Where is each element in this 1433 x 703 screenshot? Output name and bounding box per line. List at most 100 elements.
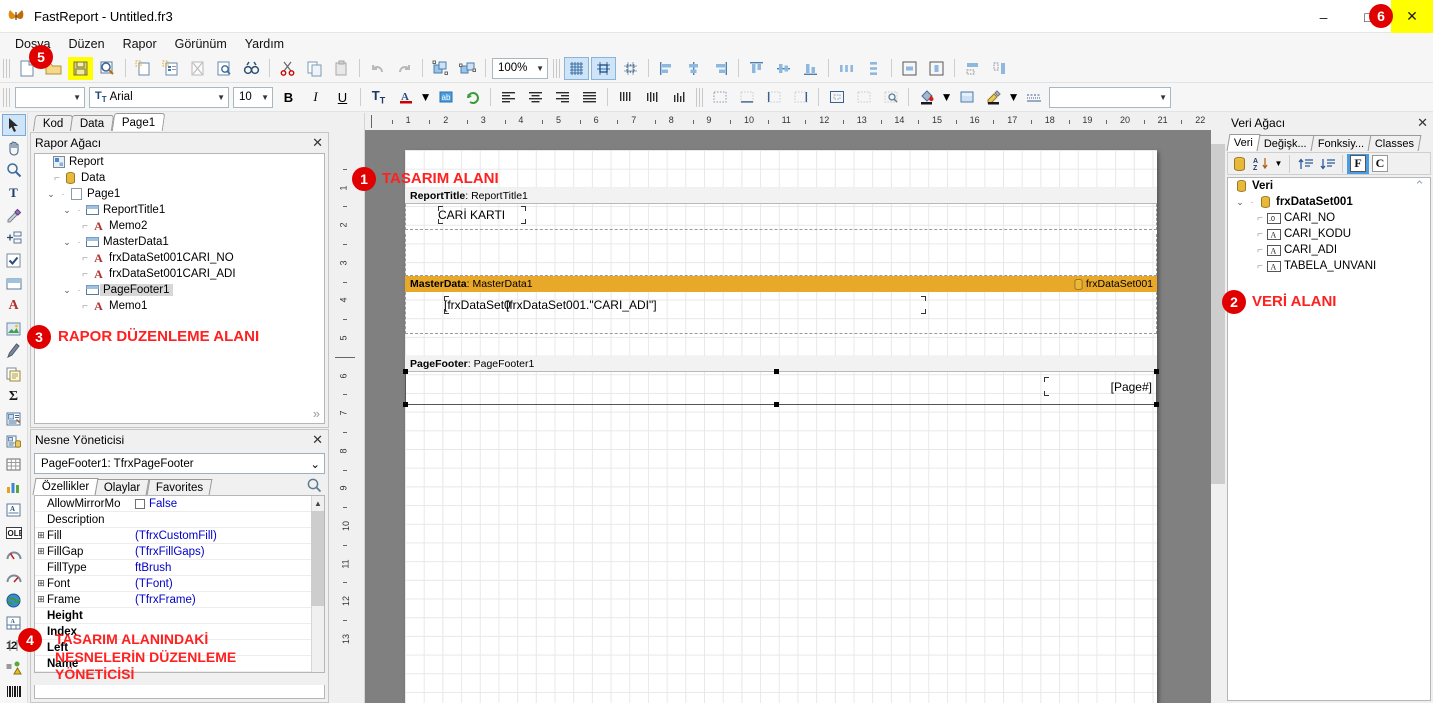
show-grid-button[interactable]: [564, 56, 589, 80]
data-node-cari-adi[interactable]: ⌐ A CARI_ADI: [1228, 242, 1430, 258]
frame-color-button[interactable]: [981, 86, 1006, 109]
find-button[interactable]: [239, 57, 264, 80]
tab-olaylar[interactable]: Olaylar: [94, 479, 151, 495]
datasets-button[interactable]: [1228, 154, 1250, 174]
frame-color-dropdown[interactable]: ▼: [1008, 86, 1020, 109]
text-align-right-button[interactable]: [550, 86, 575, 109]
master-data-band[interactable]: MasterData: MasterData1 frxDataSet001 [f…: [405, 276, 1157, 334]
align-right-button[interactable]: [708, 57, 733, 80]
data-node-cari-kodu[interactable]: ⌐ A CARI_KODU: [1228, 226, 1430, 242]
valign-middle-button[interactable]: [640, 86, 665, 109]
align-left-button[interactable]: [654, 57, 679, 80]
insert-band-button[interactable]: [2, 227, 26, 249]
picture-object-button[interactable]: [2, 318, 26, 340]
font-dialog-button[interactable]: TT: [366, 86, 391, 109]
tab-favorites[interactable]: Favorites: [146, 479, 213, 495]
tree-expander[interactable]: ⌄: [1234, 197, 1246, 208]
align-top-button[interactable]: [744, 57, 769, 80]
property-value[interactable]: False: [135, 498, 324, 510]
page-footer-band-body-selected[interactable]: [Page#]: [403, 369, 1159, 407]
fit-to-grid-button[interactable]: [618, 57, 643, 80]
collapse-all-button[interactable]: [1316, 154, 1338, 174]
gauge-object-button[interactable]: [2, 544, 26, 566]
ungroup-objects-button[interactable]: [455, 57, 480, 80]
font-name-combo[interactable]: TT Arial ▼: [89, 86, 229, 108]
same-width-button[interactable]: [960, 57, 985, 80]
property-value[interactable]: (TfrxFrame): [135, 594, 324, 606]
fields-toggle-button[interactable]: F: [1347, 153, 1369, 174]
gauge2-object-button[interactable]: [2, 567, 26, 589]
copy-button[interactable]: [302, 57, 327, 80]
expand-icon[interactable]: ⊞: [35, 578, 47, 589]
align-bottom-button[interactable]: [798, 57, 823, 80]
snap-to-grid-button[interactable]: [591, 56, 616, 80]
sort-dropdown-button[interactable]: ▼: [1272, 154, 1285, 174]
selected-object-combo[interactable]: PageFooter1: TfrxPageFooter ⌄: [34, 453, 325, 474]
empty-band-area[interactable]: [405, 234, 1157, 276]
page-settings-button[interactable]: [212, 57, 237, 80]
expand-chevrons-icon[interactable]: »: [313, 406, 320, 421]
minimize-button[interactable]: –: [1301, 0, 1346, 33]
tree-expander[interactable]: ⌄: [61, 205, 73, 216]
expand-all-button[interactable]: [1294, 154, 1316, 174]
barcode-object-button[interactable]: [2, 680, 26, 702]
tree-node-cari-no[interactable]: ⌐ A frxDataSet001CARI_NO: [35, 250, 324, 266]
data-node-tabela-unvani[interactable]: ⌐ A TABELA_UNVANI: [1228, 258, 1430, 274]
tab-fonksiyonlar[interactable]: Fonksiy...: [1310, 135, 1372, 151]
close-icon[interactable]: ✕: [1417, 115, 1428, 131]
master-data-band-header[interactable]: MasterData: MasterData1 frxDataSet001: [405, 276, 1157, 292]
tree-node-masterdata1[interactable]: ⌄ · MasterData1: [35, 234, 324, 250]
memo-cari-adi-expression[interactable]: [frxDataSet001."CARI_ADI"]: [506, 296, 926, 314]
checkbox-object-button[interactable]: [2, 250, 26, 272]
select-tool-button[interactable]: [1, 114, 26, 136]
tree-node-pagefooter1[interactable]: ⌄ · PageFooter1: [35, 282, 324, 298]
toolbar-grip[interactable]: [3, 58, 10, 78]
master-data-band-body[interactable]: [frxDataSet0 [frxDataSet001."CARI_ADI"]: [405, 292, 1157, 334]
property-row[interactable]: ⊞ FillGap (TfrxFillGaps): [35, 544, 324, 560]
tab-data[interactable]: Data: [70, 115, 115, 132]
canvas-vertical-scrollbar[interactable]: [1211, 130, 1225, 703]
scrollbar-thumb[interactable]: [311, 511, 324, 606]
new-page-button[interactable]: [131, 57, 156, 80]
menu-yardim[interactable]: Yardım: [236, 35, 293, 53]
property-value[interactable]: (TFont): [135, 578, 324, 590]
space-vertical-button[interactable]: [861, 57, 886, 80]
fill-color-button[interactable]: [914, 86, 939, 109]
zoom-combo[interactable]: 100% ▼: [492, 57, 548, 79]
toolbar-grip[interactable]: [696, 87, 703, 107]
underline-button[interactable]: U: [330, 86, 355, 109]
font-color-button[interactable]: A: [393, 86, 418, 109]
text-align-left-button[interactable]: [496, 86, 521, 109]
dbtext-object-button[interactable]: [2, 431, 26, 453]
tree-node-reporttitle1[interactable]: ⌄ · ReportTitle1: [35, 202, 324, 218]
property-grid-scrollbar[interactable]: ▲: [311, 496, 324, 672]
valign-bottom-button[interactable]: [667, 86, 692, 109]
vertical-ruler[interactable]: 1 2 3 4 5 6 7 8 9 10 11 12 13: [331, 130, 365, 703]
menu-duzen[interactable]: Düzen: [59, 35, 113, 53]
property-row[interactable]: ⊞ Fill (TfrxCustomFill): [35, 528, 324, 544]
frame-style-combo[interactable]: ▼: [1049, 86, 1171, 108]
subreport-object-button[interactable]: [2, 363, 26, 385]
tree-node-data[interactable]: ⌐ Data: [35, 170, 324, 186]
bold-button[interactable]: B: [276, 86, 301, 109]
property-row[interactable]: FillType ftBrush: [35, 560, 324, 576]
property-row[interactable]: ⊞ Frame (TfrxFrame): [35, 592, 324, 608]
paste-button[interactable]: [329, 57, 354, 80]
report-title-band-header[interactable]: ReportTitle: ReportTitle1: [405, 188, 1157, 204]
tree-node-report[interactable]: Report: [35, 154, 324, 170]
align-hcenter-button[interactable]: [681, 57, 706, 80]
tab-kod[interactable]: Kod: [32, 115, 74, 132]
text-align-center-button[interactable]: [523, 86, 548, 109]
text-tool-button[interactable]: T: [2, 182, 26, 204]
style-combo[interactable]: ▼: [15, 86, 85, 108]
tree-node-memo1[interactable]: ⌐ A Memo1: [35, 298, 324, 314]
property-search-icon[interactable]: [306, 477, 323, 494]
scroll-up-arrow-icon[interactable]: ▲: [312, 496, 324, 510]
valign-top-button[interactable]: [613, 86, 638, 109]
same-height-button[interactable]: [987, 57, 1012, 80]
checkbox-icon[interactable]: [135, 498, 145, 509]
tree-node-cari-adi[interactable]: ⌐ A frxDataSet001CARI_ADI: [35, 266, 324, 282]
toolbar-grip[interactable]: [3, 87, 10, 107]
expand-icon[interactable]: ⊞: [35, 594, 47, 605]
property-value[interactable]: (TfrxCustomFill): [135, 530, 324, 542]
